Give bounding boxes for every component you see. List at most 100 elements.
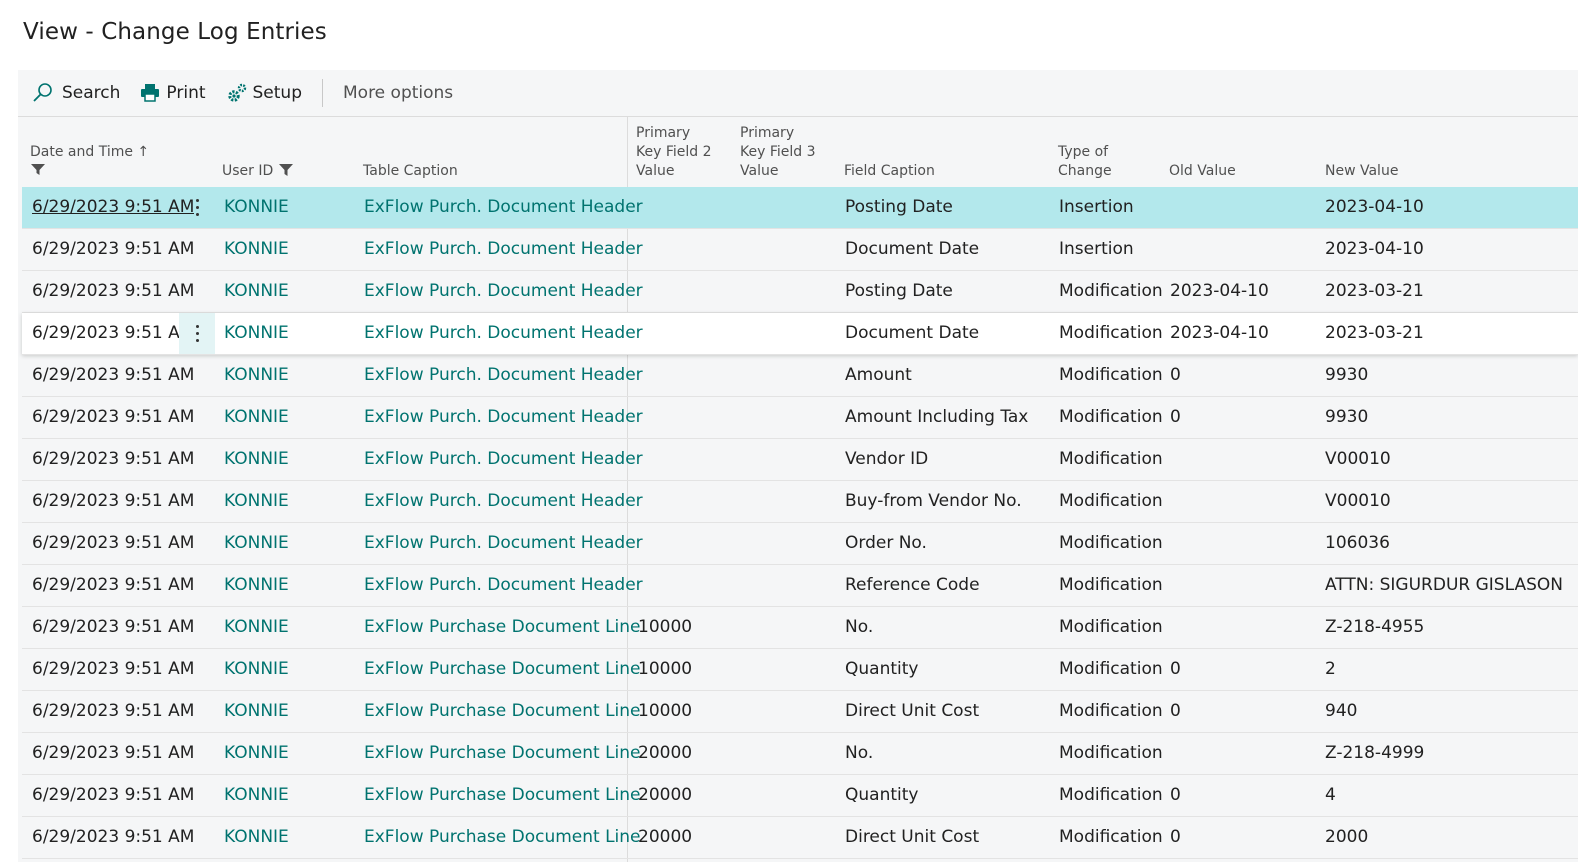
user-id-cell[interactable]: KONNIE (224, 271, 289, 312)
date-time-cell[interactable]: 6/29/2023 9:51 AM (32, 439, 194, 480)
user-id-cell[interactable]: KONNIE (224, 229, 289, 270)
user-id-cell[interactable]: KONNIE (224, 523, 289, 564)
table-row[interactable]: 6/29/2023 9:51 AM KONNIE ExFlow Purch. D… (22, 439, 1578, 481)
type-of-change-cell: Modification (1059, 449, 1163, 469)
date-time-cell[interactable]: 6/29/2023 9:51 AM (32, 397, 194, 438)
table-row[interactable]: 6/29/2023 9:51 AM KONNIE ExFlow Purch. D… (22, 271, 1578, 313)
pk2-cell: 20000 (638, 785, 693, 805)
date-and-time-header-label: Date and Time (30, 144, 133, 160)
row-actions-icon[interactable] (179, 187, 215, 228)
type-of-change-cell: Insertion (1059, 197, 1134, 217)
setup-button[interactable]: Setup (226, 70, 302, 116)
table-caption-cell[interactable]: ExFlow Purch. Document Header (364, 229, 643, 270)
new-value-cell: 2000 (1325, 827, 1369, 847)
table-caption-cell[interactable]: ExFlow Purch. Document Header (364, 439, 643, 480)
old-value-cell: 0 (1170, 827, 1181, 847)
table-caption-cell[interactable]: ExFlow Purch. Document Header (364, 397, 643, 438)
date-time-cell[interactable]: 6/29/2023 9:51 AM (32, 481, 194, 522)
new-value-cell: 106036 (1325, 533, 1390, 553)
user-id-cell[interactable]: KONNIE (224, 397, 289, 438)
table-row[interactable]: 6/29/2023 9:51 AM KONNIE ExFlow Purch. D… (22, 397, 1578, 439)
new-value-cell: V00010 (1325, 491, 1391, 511)
type-of-change-cell: Modification (1059, 407, 1163, 427)
date-time-cell[interactable]: 6/29/2023 9:51 AM (32, 691, 194, 732)
date-time-cell[interactable]: 6/29/2023 9:51 AM (32, 607, 194, 648)
user-id-cell[interactable]: KONNIE (224, 607, 289, 648)
table-caption-cell[interactable]: ExFlow Purchase Document Line (364, 691, 641, 732)
table-row[interactable]: 6/29/2023 9:51 AM KONNIE ExFlow Purchase… (22, 733, 1578, 775)
table-caption-cell[interactable]: ExFlow Purch. Document Header (364, 523, 643, 564)
date-time-cell[interactable]: 6/29/2023 9:51 AM (32, 187, 194, 228)
table-caption-cell[interactable]: ExFlow Purch. Document Header (364, 271, 643, 312)
user-id-cell[interactable]: KONNIE (224, 187, 289, 228)
field-caption-cell: No. (845, 617, 874, 637)
date-time-cell[interactable]: 6/29/2023 9:51 AM (32, 271, 194, 312)
table-caption-cell[interactable]: ExFlow Purch. Document Header (364, 187, 643, 228)
table-row[interactable]: 6/29/2023 9:51 AM KONNIE ExFlow Purch. D… (22, 481, 1578, 523)
table-row[interactable]: 6/29/2023 9:51 AM KONNIE ExFlow Purch. D… (22, 187, 1578, 229)
print-button[interactable]: Print (140, 70, 206, 116)
table-caption-cell[interactable]: ExFlow Purchase Document Line (364, 817, 641, 858)
column-header-new-value[interactable]: New Value (1325, 162, 1398, 181)
table-caption-cell[interactable]: ExFlow Purchase Document Line (364, 607, 641, 648)
column-header-field-caption[interactable]: Field Caption (844, 162, 935, 181)
type-of-change-cell: Modification (1059, 701, 1163, 721)
date-time-cell[interactable]: 6/29/2023 9:51 AM (32, 523, 194, 564)
table-caption-cell[interactable]: ExFlow Purch. Document Header (364, 565, 643, 606)
table-row[interactable]: 6/29/2023 9:51 AM KONNIE ExFlow Purchase… (22, 775, 1578, 817)
user-id-cell[interactable]: KONNIE (224, 313, 289, 354)
date-time-cell[interactable]: 6/29/2023 9:51 AM (32, 229, 194, 270)
type-of-change-cell: Modification (1059, 365, 1163, 385)
table-row[interactable]: 6/29/2023 9:51 AM KONNIE ExFlow Purchase… (22, 649, 1578, 691)
date-time-cell[interactable]: 6/29/2023 9:51 AM (32, 775, 194, 816)
type-of-change-cell: Modification (1059, 491, 1163, 511)
table-row[interactable]: 6/29/2023 9:51 AM KONNIE ExFlow Purch. D… (22, 355, 1578, 397)
user-id-cell[interactable]: KONNIE (224, 649, 289, 690)
table-caption-cell[interactable]: ExFlow Purchase Document Line (364, 649, 641, 690)
table-row[interactable]: 6/29/2023 9:51 AM KONNIE ExFlow Purch. D… (22, 565, 1578, 607)
new-value-cell: 2023-04-10 (1325, 239, 1424, 259)
table-row[interactable]: 6/29/2023 9:51 AM KONNIE ExFlow Purch. D… (22, 229, 1578, 271)
table-caption-cell[interactable]: ExFlow Purch. Document Header (364, 481, 643, 522)
user-id-cell[interactable]: KONNIE (224, 817, 289, 858)
user-id-cell[interactable]: KONNIE (224, 733, 289, 774)
column-header-user-id[interactable]: User ID (222, 162, 294, 181)
user-id-cell[interactable]: KONNIE (224, 481, 289, 522)
date-time-cell[interactable]: 6/29/2023 9:51 AM (32, 817, 194, 858)
column-header-date-and-time[interactable]: Date and Time ↑ (30, 143, 149, 181)
search-button[interactable]: Search (32, 70, 120, 116)
column-header-table-caption[interactable]: Table Caption (363, 162, 458, 181)
table-row[interactable]: 6/29/2023 9:51 AM KONNIE ExFlow Purch. D… (22, 313, 1578, 355)
table-row[interactable]: 6/29/2023 9:51 AM KONNIE ExFlow Purchase… (22, 607, 1578, 649)
table-caption-cell[interactable]: ExFlow Purch. Document Header (364, 313, 643, 354)
type-of-change-cell: Modification (1059, 785, 1163, 805)
more-options-button[interactable]: More options (343, 70, 453, 116)
field-caption-cell: Posting Date (845, 281, 953, 301)
date-time-cell[interactable]: 6/29/2023 9:51 AM (32, 355, 194, 396)
column-header-primary-key-field-3[interactable]: Primary Key Field 3 Value (740, 124, 816, 181)
user-id-cell[interactable]: KONNIE (224, 439, 289, 480)
user-id-header-label: User ID (222, 163, 274, 179)
table-row[interactable]: 6/29/2023 9:51 AM KONNIE ExFlow Purchase… (22, 817, 1578, 859)
user-id-cell[interactable]: KONNIE (224, 775, 289, 816)
date-time-cell[interactable]: 6/29/2023 9:51 AM (32, 313, 194, 354)
pk2-cell: 10000 (638, 659, 693, 679)
user-id-cell[interactable]: KONNIE (224, 691, 289, 732)
table-row[interactable]: 6/29/2023 9:51 AM KONNIE ExFlow Purchase… (22, 691, 1578, 733)
search-icon (32, 82, 54, 104)
column-header-old-value[interactable]: Old Value (1169, 162, 1236, 181)
type-of-change-cell: Modification (1059, 659, 1163, 679)
table-caption-cell[interactable]: ExFlow Purchase Document Line (364, 733, 641, 774)
table-caption-cell[interactable]: ExFlow Purch. Document Header (364, 355, 643, 396)
user-id-cell[interactable]: KONNIE (224, 355, 289, 396)
filter-icon (30, 162, 149, 181)
row-actions-icon[interactable] (179, 313, 215, 354)
column-header-primary-key-field-2[interactable]: Primary Key Field 2 Value (636, 124, 712, 181)
date-time-cell[interactable]: 6/29/2023 9:51 AM (32, 649, 194, 690)
date-time-cell[interactable]: 6/29/2023 9:51 AM (32, 733, 194, 774)
column-header-type-of-change[interactable]: Type of Change (1058, 143, 1112, 181)
date-time-cell[interactable]: 6/29/2023 9:51 AM (32, 565, 194, 606)
user-id-cell[interactable]: KONNIE (224, 565, 289, 606)
table-row[interactable]: 6/29/2023 9:51 AM KONNIE ExFlow Purch. D… (22, 523, 1578, 565)
table-caption-cell[interactable]: ExFlow Purchase Document Line (364, 775, 641, 816)
